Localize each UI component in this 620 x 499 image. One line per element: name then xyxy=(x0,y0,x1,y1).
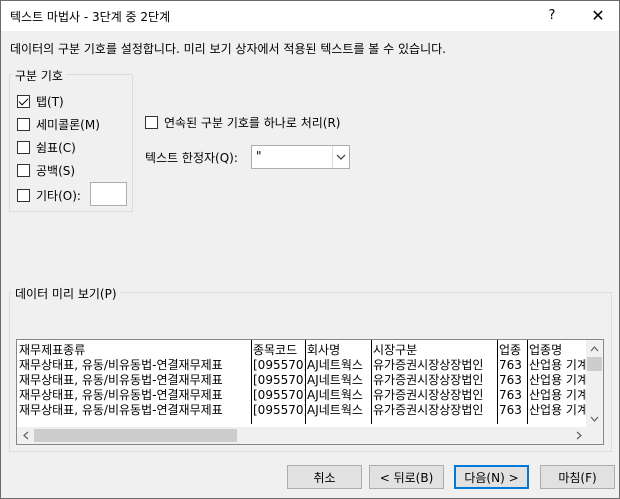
step-description: 데이터의 구분 기호를 설정합니다. 미리 보기 상자에서 적용된 텍스트를 볼… xyxy=(10,42,446,56)
consecutive-delimiters-label: 연속된 구분 기호를 하나로 처리(R) xyxy=(164,115,341,130)
data-preview-pane[interactable]: 재무제표종류 종목코드 회사명 시장구분 업종 업종명 재무상태표, 유동/비유… xyxy=(16,339,604,445)
title-bar: 텍스트 마법사 - 3단계 중 2단계 ? ✕ xyxy=(1,1,619,31)
preview-cell: 유가증권시장상장법인 xyxy=(373,358,484,372)
preview-vertical-scrollbar[interactable] xyxy=(586,340,603,427)
preview-header-cell: 종목코드 xyxy=(253,343,298,357)
preview-cell: 유가증권시장상장법인 xyxy=(373,388,484,402)
preview-cell: 763 xyxy=(499,358,522,372)
delimiter-tab-checkbox[interactable] xyxy=(17,94,30,108)
delimiter-space-label: 공백(S) xyxy=(36,163,76,178)
scroll-up-icon[interactable] xyxy=(586,340,603,357)
scroll-right-icon[interactable] xyxy=(570,427,587,444)
delimiter-comma-checkbox[interactable] xyxy=(17,140,30,154)
delimiter-semicolon-label: 세미콜론(M) xyxy=(36,117,100,132)
preview-header-cell: 회사명 xyxy=(307,343,341,357)
horizontal-scroll-thumb[interactable] xyxy=(34,429,237,442)
preview-header-cell: 재무제표종류 xyxy=(19,343,86,357)
scrollbar-corner xyxy=(586,427,603,444)
scroll-left-icon[interactable] xyxy=(17,427,34,444)
delimiter-semicolon-checkbox[interactable] xyxy=(17,117,30,131)
data-preview-legend: 데이터 미리 보기(P) xyxy=(12,285,120,302)
next-button[interactable]: 다음(N) > xyxy=(454,465,529,489)
chevron-down-icon[interactable] xyxy=(332,146,349,168)
text-qualifier-value: " xyxy=(256,149,262,163)
preview-cell: 산업용 기계 xyxy=(529,403,588,417)
delimiter-comma-label: 쉼표(C) xyxy=(36,140,76,155)
preview-header-cell: 업종 xyxy=(499,343,522,357)
preview-cell: 763 xyxy=(499,403,522,417)
preview-cell: 763 xyxy=(499,388,522,402)
scroll-down-icon[interactable] xyxy=(586,410,603,427)
preview-horizontal-scrollbar[interactable] xyxy=(17,427,587,444)
close-button[interactable]: ✕ xyxy=(580,4,616,28)
window-title: 텍스트 마법사 - 3단계 중 2단계 xyxy=(10,10,171,24)
preview-cell: [095570] xyxy=(253,373,305,387)
help-button[interactable]: ? xyxy=(534,4,570,28)
preview-header-cell: 업종명 xyxy=(529,343,563,357)
finish-button[interactable]: 마침(F) xyxy=(540,465,615,489)
delimiter-comma-option[interactable]: 쉼표(C) xyxy=(17,138,76,156)
consecutive-delimiters-checkbox[interactable] xyxy=(145,115,158,129)
delimiter-space-checkbox[interactable] xyxy=(17,163,30,177)
delimiter-other-input[interactable] xyxy=(90,182,127,206)
cancel-button[interactable]: 취소 xyxy=(287,465,362,489)
preview-cell: 재무상태표, 유동/비유동법-연결재무제표 xyxy=(19,403,223,417)
preview-cell: 재무상태표, 유동/비유동법-연결재무제표 xyxy=(19,358,223,372)
preview-cell: [095570] xyxy=(253,403,305,417)
text-qualifier-label: 텍스트 한정자(Q): xyxy=(145,151,238,165)
preview-cell: 산업용 기계 xyxy=(529,358,588,372)
preview-cell: AJ네트웍스 xyxy=(307,403,363,417)
back-button[interactable]: < 뒤로(B) xyxy=(369,465,444,489)
consecutive-delimiters-option[interactable]: 연속된 구분 기호를 하나로 처리(R) xyxy=(145,113,340,131)
preview-cell: AJ네트웍스 xyxy=(307,358,363,372)
delimiter-space-option[interactable]: 공백(S) xyxy=(17,161,75,179)
text-qualifier-select[interactable]: " xyxy=(251,145,350,169)
preview-cell: 재무상태표, 유동/비유동법-연결재무제표 xyxy=(19,373,223,387)
delimiter-tab-label: 탭(T) xyxy=(36,94,64,109)
preview-cell: 유가증권시장상장법인 xyxy=(373,403,484,417)
delimiter-semicolon-option[interactable]: 세미콜론(M) xyxy=(17,115,100,133)
text-wizard-dialog: 텍스트 마법사 - 3단계 중 2단계 ? ✕ 데이터의 구분 기호를 설정합니… xyxy=(0,0,620,499)
preview-cell: AJ네트웍스 xyxy=(307,373,363,387)
preview-cell: 유가증권시장상장법인 xyxy=(373,373,484,387)
delimiters-legend: 구분 기호 xyxy=(12,67,66,84)
vertical-scroll-thumb[interactable] xyxy=(587,357,602,371)
delimiter-other-label: 기타(O): xyxy=(36,188,81,203)
preview-cell: AJ네트웍스 xyxy=(307,388,363,402)
preview-cell: 763 xyxy=(499,373,522,387)
preview-cell: [095570] xyxy=(253,388,305,402)
delimiter-other-option[interactable]: 기타(O): xyxy=(17,186,81,204)
preview-cell: 산업용 기계 xyxy=(529,388,588,402)
preview-cell: 산업용 기계 xyxy=(529,373,588,387)
preview-cell: [095570] xyxy=(253,358,305,372)
delimiter-other-checkbox[interactable] xyxy=(17,188,30,202)
delimiter-tab-option[interactable]: 탭(T) xyxy=(17,92,64,110)
preview-header-cell: 시장구분 xyxy=(373,343,418,357)
preview-cell: 재무상태표, 유동/비유동법-연결재무제표 xyxy=(19,388,223,402)
